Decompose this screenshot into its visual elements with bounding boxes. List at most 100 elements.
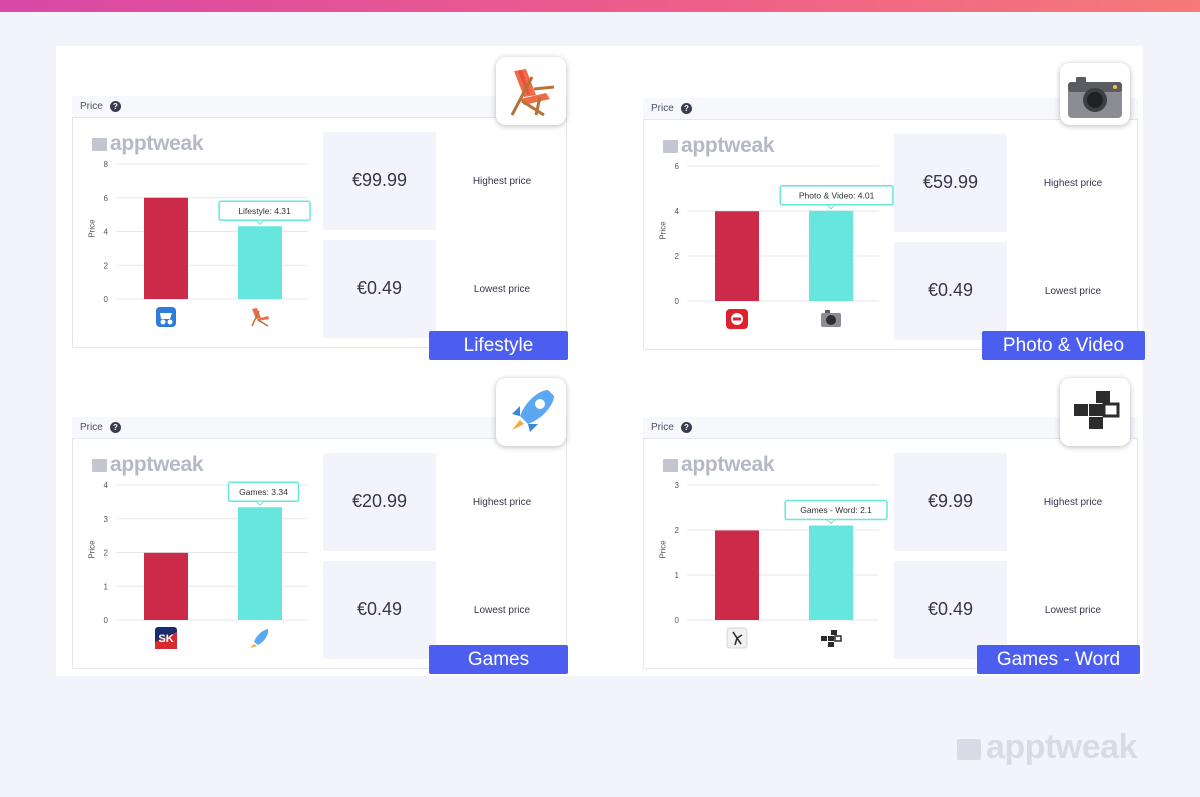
price-bar-chart: 0 2 4 6 8 Lifestyle: 4.31	[104, 160, 311, 327]
rocket-icon	[496, 378, 566, 446]
corner-logo-text: apptweak	[986, 728, 1137, 766]
highest-price-box: €59.99	[894, 134, 1007, 232]
price-card-photo-video: Price ? apptweak Price 0 2 4 6 Photo & Video…	[643, 98, 1138, 350]
category-tag-games: Games	[429, 645, 568, 674]
lowest-price-box: €0.49	[323, 240, 436, 338]
y-tick-label: 2	[104, 261, 109, 270]
category-tag-photo-video: Photo & Video	[982, 331, 1145, 360]
lounge-chair-icon	[496, 57, 566, 125]
y-tick-label: 0	[675, 297, 680, 306]
y-tick-label: 0	[675, 616, 680, 625]
price-card-games: Price ? apptweak Price 0 1 2 3 4 SK Games: 3.3…	[72, 417, 567, 669]
tooltip-pointer	[825, 204, 837, 210]
highest-price-value: €20.99	[351, 491, 408, 511]
lowest-price-value: €0.49	[927, 280, 974, 300]
price-bar-chart: 0 2 4 6 Photo & Video: 4.01	[675, 162, 894, 329]
y-tick-label: 6	[104, 194, 109, 203]
highest-price-box: €9.99	[894, 453, 1007, 551]
icon-wheel	[167, 319, 173, 325]
category-average-bar	[238, 507, 282, 620]
sk-app-icon: SK	[155, 627, 177, 649]
y-tick-label: 2	[104, 549, 109, 558]
lowest-price-value: €0.49	[356, 278, 403, 298]
word-blocks-icon	[1060, 378, 1130, 446]
price-card-games-word: Price ? apptweak Price 0 1 2 3 Games - Word:…	[643, 417, 1138, 669]
highest-price-caption: Highest price	[472, 176, 532, 187]
highest-price-value: €59.99	[922, 172, 979, 192]
y-tick-label: 1	[104, 582, 109, 591]
category-average-bar	[809, 210, 853, 301]
tooltip-text: Photo & Video: 4.01	[799, 190, 875, 200]
icon-body	[254, 629, 269, 645]
icon-block	[821, 636, 827, 641]
price-card-lifestyle: Price ? apptweak Price 0 2 4 6 8 Lifestyle: 4…	[72, 96, 567, 348]
camera-icon	[1060, 63, 1130, 125]
icon-bar	[733, 317, 741, 321]
category-tag-games-word: Games - Word	[977, 645, 1140, 674]
y-tick-label: 0	[104, 295, 109, 304]
tooltip-text: Games: 3.34	[239, 487, 288, 497]
highest-price-caption: Highest price	[1043, 178, 1103, 189]
competitor-bar	[144, 552, 188, 620]
competitor-bar	[144, 197, 188, 299]
highest-price-caption: Highest price	[1043, 497, 1103, 508]
word-blocks-icon	[821, 630, 842, 647]
tooltip-text: Lifestyle: 4.31	[238, 206, 291, 216]
rocket-icon	[250, 629, 269, 648]
competitor-bar	[715, 211, 759, 301]
icon-block	[828, 642, 834, 647]
icon-block	[834, 635, 842, 642]
lounge-chair-icon	[251, 308, 269, 327]
stroller-app-icon	[156, 307, 176, 327]
y-tick-label: 1	[675, 571, 680, 580]
highest-price-caption: Highest price	[472, 497, 532, 508]
category-average-bar	[809, 525, 853, 620]
highest-price-box: €99.99	[323, 132, 436, 230]
icon-leg	[257, 319, 269, 327]
icon-lens	[826, 315, 836, 325]
price-bar-chart: 0 1 2 3 Games - Word: 2.1	[675, 481, 888, 649]
lowest-price-box: €0.49	[323, 561, 436, 659]
icon-letters: SK	[158, 633, 173, 645]
stick-figure-app-icon	[726, 627, 748, 649]
lowest-price-box: €0.49	[894, 242, 1007, 340]
lowest-price-caption: Lowest price	[473, 605, 531, 616]
icon-block	[828, 636, 834, 641]
top-gradient-bar	[0, 0, 1200, 12]
highest-price-value: €9.99	[927, 491, 974, 511]
icon-flash	[825, 310, 830, 313]
lowest-price-value: €0.49	[927, 599, 974, 619]
icon-block	[831, 630, 837, 635]
y-tick-label: 8	[104, 160, 109, 169]
y-tick-label: 2	[675, 252, 680, 261]
y-tick-label: 3	[104, 515, 109, 524]
y-tick-label: 3	[675, 481, 680, 490]
lowest-price-caption: Lowest price	[1044, 605, 1102, 616]
lowest-price-caption: Lowest price	[473, 284, 531, 295]
y-tick-label: 0	[104, 616, 109, 625]
lowest-price-caption: Lowest price	[1044, 286, 1102, 297]
competitor-bar	[715, 530, 759, 620]
category-average-bar	[238, 226, 282, 299]
icon-basket	[160, 313, 172, 319]
y-tick-label: 4	[675, 207, 680, 216]
apptweak-logo-icon	[957, 739, 981, 760]
tooltip-pointer	[825, 519, 837, 525]
tooltip-pointer	[254, 219, 266, 225]
tooltip-text: Games - Word: 2.1	[800, 505, 872, 515]
figure-canvas: Price ? apptweak Price 0 2 4 6 8 Lifestyle: 4…	[56, 46, 1145, 676]
icon-flame	[250, 644, 257, 648]
price-bar-chart: 0 1 2 3 4 SK Games: 3.34	[104, 481, 308, 649]
tooltip-pointer	[254, 500, 266, 506]
y-tick-label: 2	[675, 526, 680, 535]
category-tag-lifestyle: Lifestyle	[429, 331, 568, 360]
lowest-price-value: €0.49	[356, 599, 403, 619]
y-tick-label: 4	[104, 228, 109, 237]
highest-price-value: €99.99	[351, 170, 408, 190]
y-tick-label: 6	[675, 162, 680, 171]
highest-price-box: €20.99	[323, 453, 436, 551]
red-app-icon	[726, 309, 748, 329]
icon-wheel	[160, 319, 166, 325]
y-tick-label: 4	[104, 481, 109, 490]
apptweak-corner-logo: apptweak	[957, 728, 1137, 767]
